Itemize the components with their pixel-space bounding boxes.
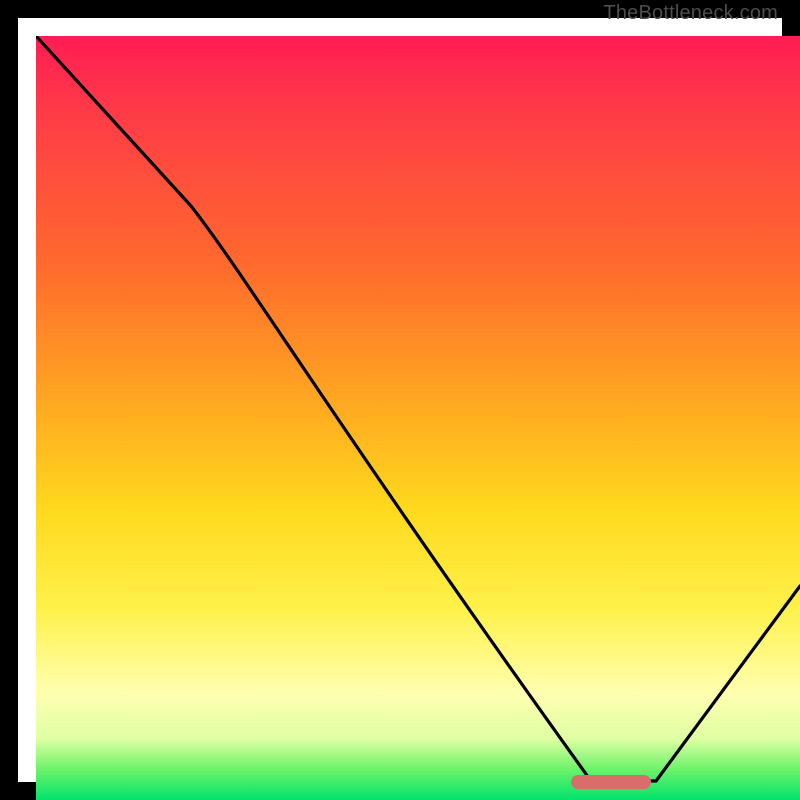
curve-path [36, 36, 800, 781]
optimal-range-marker [571, 775, 651, 789]
bottleneck-curve [36, 36, 800, 800]
chart-frame [0, 0, 800, 800]
plot-area [36, 36, 800, 800]
watermark-text: TheBottleneck.com [603, 2, 778, 25]
